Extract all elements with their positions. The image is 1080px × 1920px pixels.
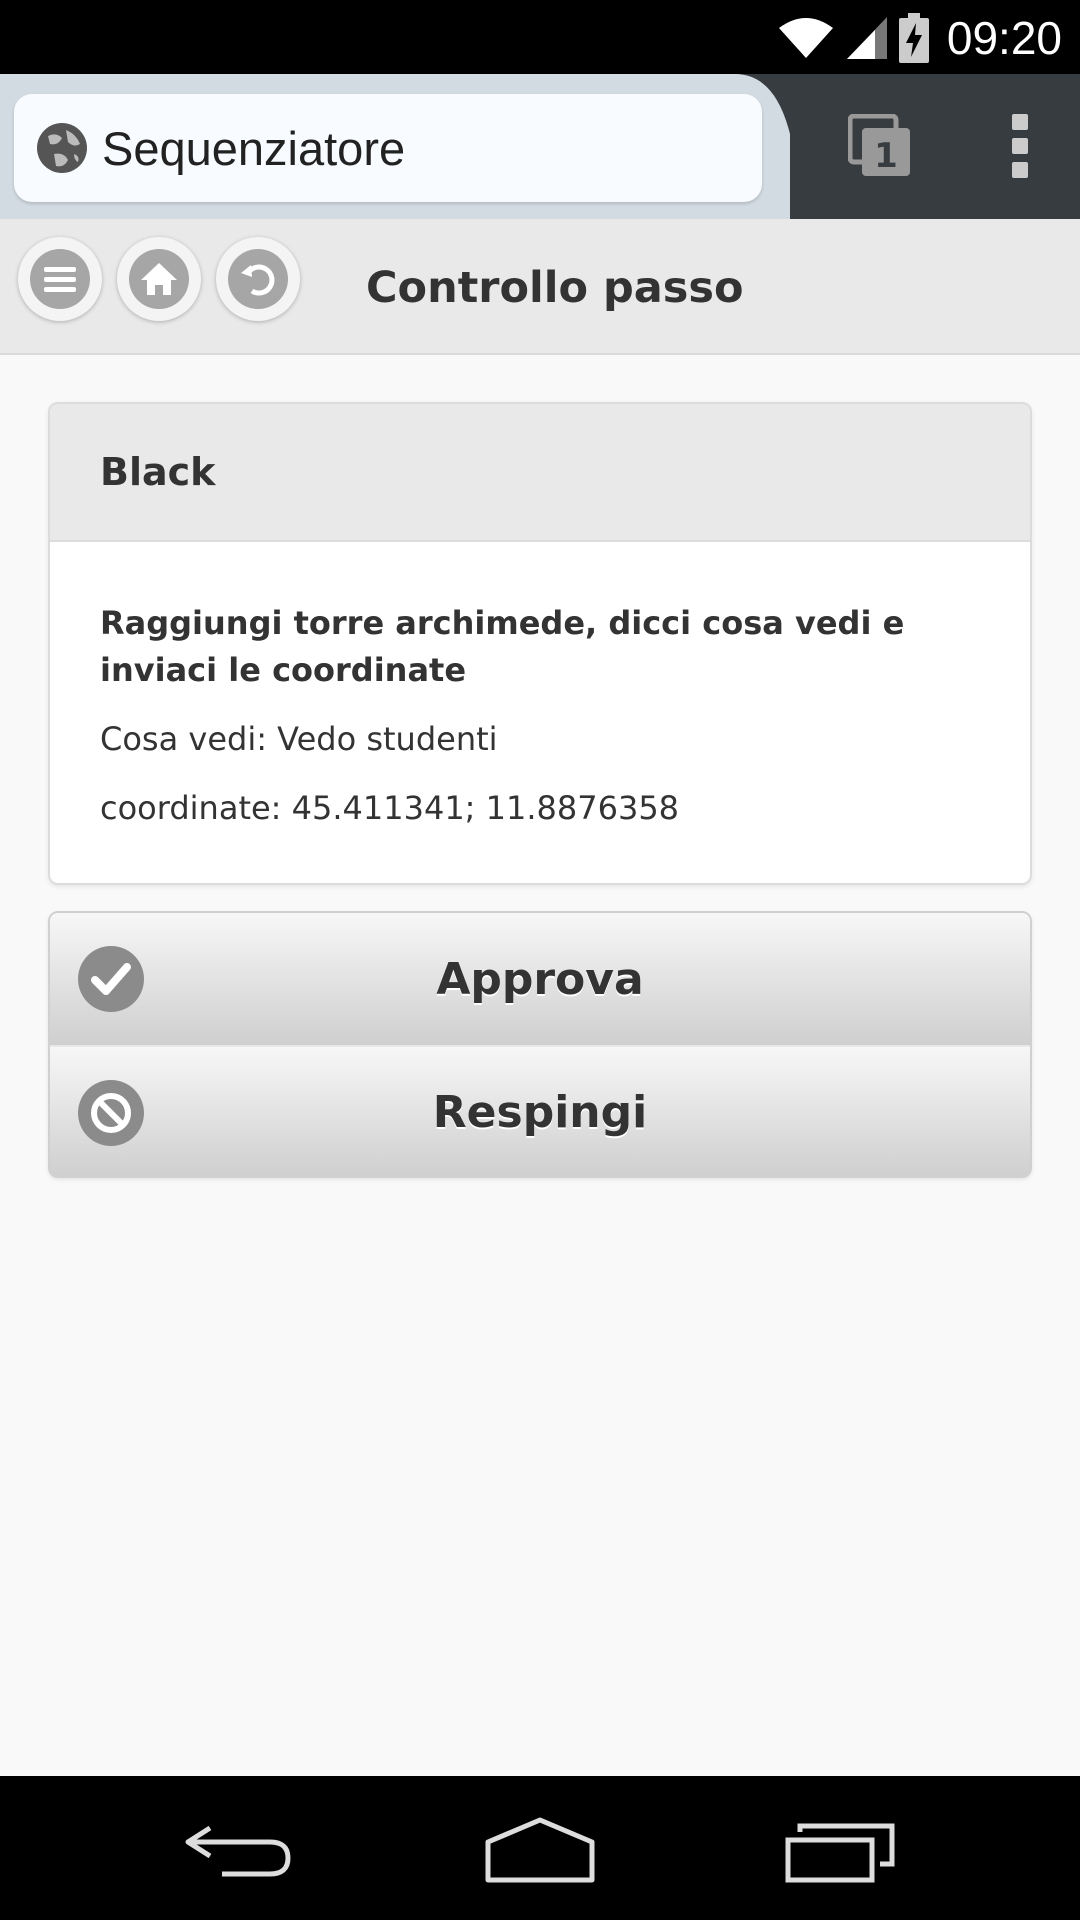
back-button[interactable]	[216, 237, 300, 321]
back-arrow-icon	[241, 264, 275, 296]
card-title: Black	[100, 450, 216, 494]
status-icons: 09:20	[777, 8, 1062, 68]
coordinates-line: coordinate: 45.411341; 11.8876358	[100, 789, 680, 827]
step-question: Raggiungi torre archimede, dicci cosa ve…	[100, 604, 905, 689]
status-bar: 09:20	[0, 0, 1080, 74]
page-title: Controllo passo	[366, 263, 744, 313]
menu-icon	[44, 267, 76, 292]
battery-charging-icon	[898, 13, 929, 63]
system-nav-bar	[0, 1776, 1080, 1920]
recents-nav-icon[interactable]	[780, 1812, 900, 1884]
step-card: Black Raggiungi torre archimede, dicci c…	[48, 402, 1032, 885]
app-header: Controllo passo	[0, 219, 1080, 355]
tab-count: 1	[874, 136, 898, 176]
forbidden-icon	[78, 1080, 144, 1146]
card-header: Black	[50, 404, 1030, 542]
card-body: Raggiungi torre archimede, dicci cosa ve…	[50, 542, 1030, 832]
overflow-menu-icon[interactable]	[1010, 114, 1030, 178]
reject-label: Respingi	[432, 1086, 648, 1138]
back-nav-icon[interactable]	[180, 1812, 300, 1884]
status-clock: 09:20	[946, 12, 1062, 64]
approve-button[interactable]: Approva	[50, 913, 1030, 1045]
menu-button[interactable]	[18, 237, 102, 321]
globe-icon	[37, 123, 87, 173]
approve-label: Approva	[436, 953, 644, 1005]
home-nav-icon[interactable]	[480, 1812, 600, 1884]
url-title: Sequenziatore	[102, 121, 406, 175]
signal-icon	[846, 17, 887, 59]
reject-button[interactable]: Respingi	[50, 1045, 1030, 1176]
tabs-icon[interactable]: 1	[848, 114, 912, 178]
check-icon	[78, 946, 144, 1012]
browser-toolbar: Sequenziatore 1	[0, 74, 1080, 219]
home-icon	[141, 263, 177, 295]
answer-line: Cosa vedi: Vedo studenti	[100, 720, 498, 758]
action-group: Approva Respingi	[48, 911, 1032, 1178]
wifi-icon	[778, 18, 833, 58]
url-bar[interactable]: Sequenziatore	[14, 94, 762, 202]
home-button[interactable]	[117, 237, 201, 321]
